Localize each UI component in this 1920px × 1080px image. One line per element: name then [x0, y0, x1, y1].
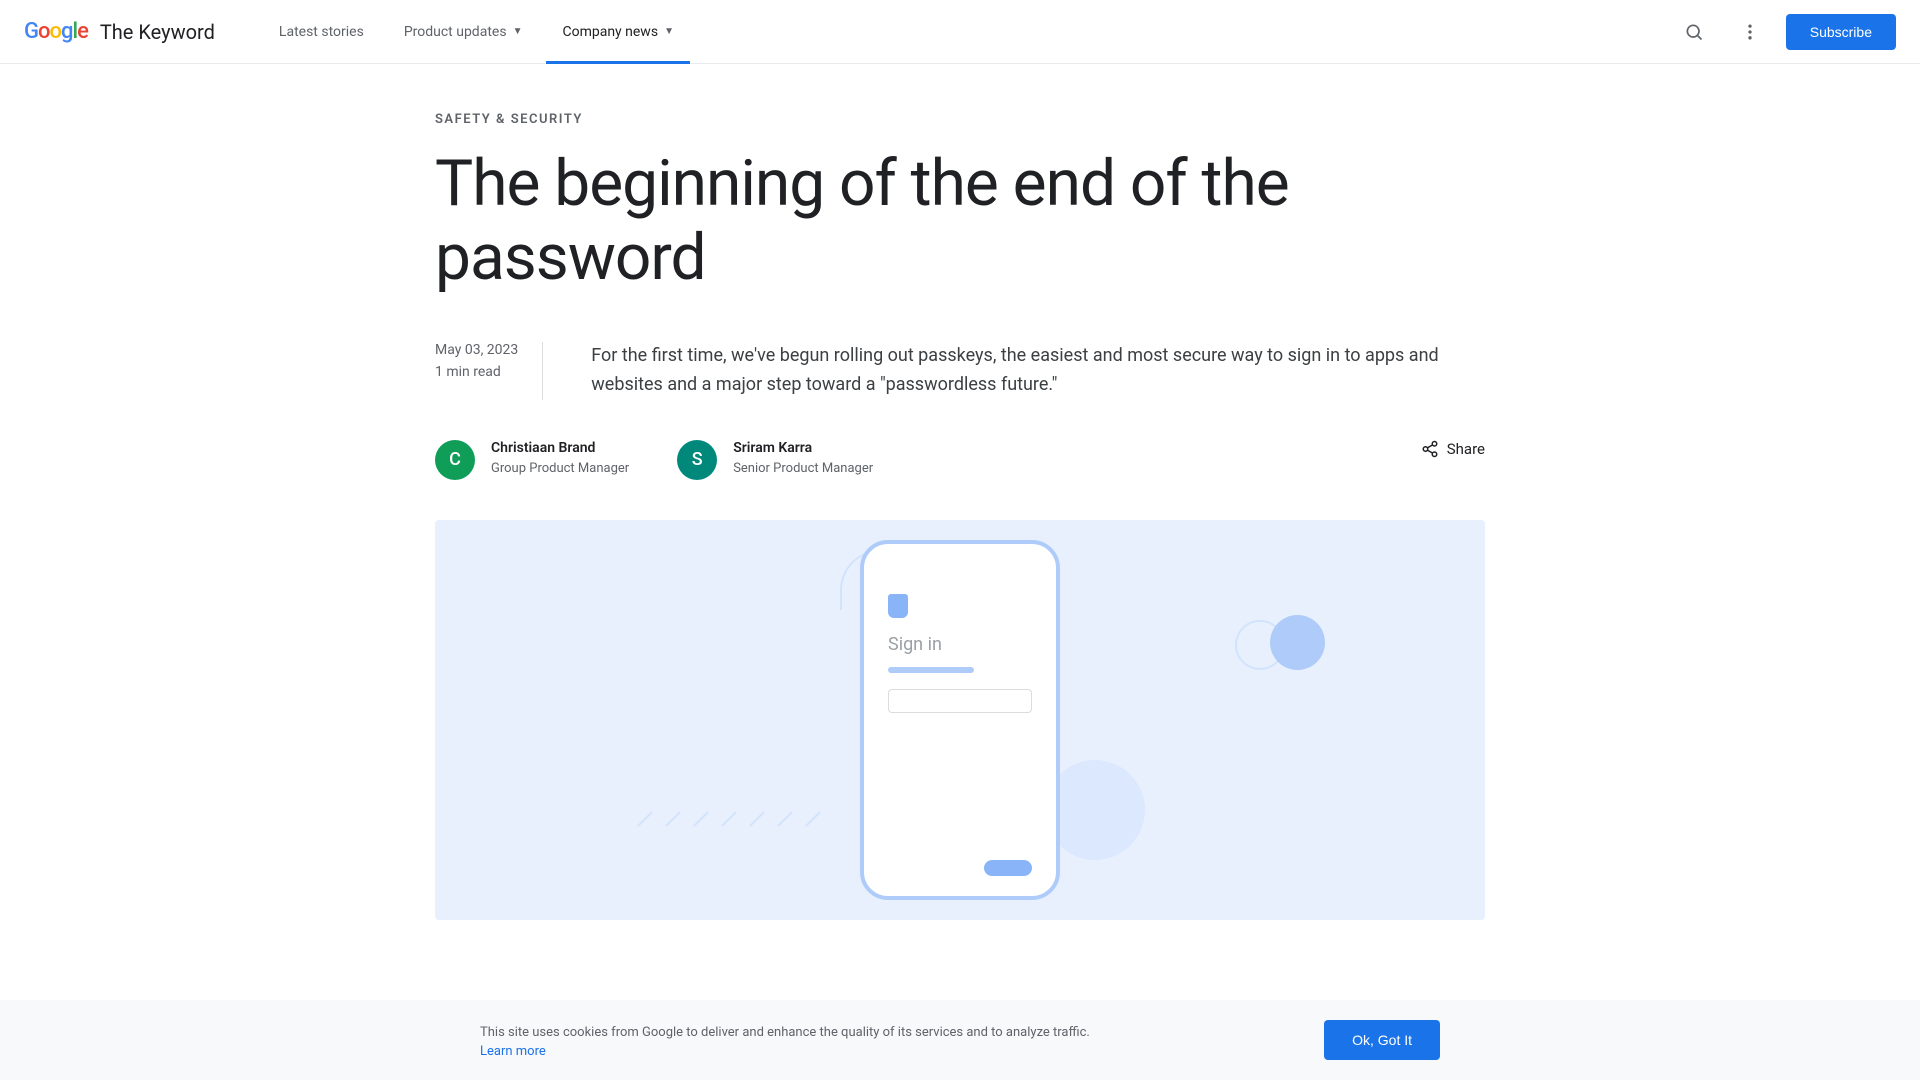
author-name: Christiaan Brand [491, 440, 629, 456]
subscribe-button[interactable]: Subscribe [1786, 14, 1896, 50]
nav-latest-stories[interactable]: Latest stories [263, 0, 380, 64]
cookie-text-block: This site uses cookies from Google to de… [480, 1021, 1090, 1059]
more-button[interactable] [1730, 12, 1770, 52]
hero-image: Sign in [435, 520, 1485, 920]
main-nav: Latest stories Product updates ▼ Company… [263, 0, 690, 64]
date-block: May 03, 2023 1 min read [435, 342, 543, 400]
cookie-content: This site uses cookies from Google to de… [160, 1020, 1760, 1060]
avatar: S [677, 440, 717, 480]
article-meta: May 03, 2023 1 min read For the first ti… [435, 342, 1485, 400]
author-info: Christiaan Brand Group Product Manager [491, 440, 629, 478]
search-button[interactable] [1674, 12, 1714, 52]
header-actions: Subscribe [1674, 12, 1896, 52]
decoration-lines [635, 818, 823, 820]
cookie-learn-more-link[interactable]: Learn more [480, 1044, 1090, 1059]
site-name: The Keyword [100, 20, 215, 44]
authors-row: C Christiaan Brand Group Product Manager… [435, 440, 1485, 480]
avatar: C [435, 440, 475, 480]
share-button[interactable]: Share [1421, 440, 1485, 458]
decoration-bar [888, 667, 974, 673]
nav-company-news[interactable]: Company news ▼ [546, 0, 690, 64]
signin-text: Sign in [888, 634, 1032, 655]
shield-icon [888, 594, 908, 618]
article-title: The beginning of the end of the password [435, 147, 1485, 294]
decoration-circle [1270, 615, 1325, 670]
phone-illustration: Sign in [860, 540, 1060, 900]
cookie-accept-button[interactable]: Ok, Got It [1324, 1020, 1440, 1060]
cookie-text: This site uses cookies from Google to de… [480, 1025, 1090, 1040]
publish-date: May 03, 2023 [435, 342, 518, 358]
chevron-down-icon: ▼ [513, 26, 523, 37]
author-name: Sriram Karra [733, 440, 873, 456]
article-content: SAFETY & SECURITY The beginning of the e… [435, 64, 1485, 920]
nav-product-updates[interactable]: Product updates ▼ [388, 0, 539, 64]
author: S Sriram Karra Senior Product Manager [677, 440, 873, 480]
nav-label: Latest stories [279, 24, 364, 40]
share-icon [1421, 440, 1439, 458]
google-logo: Google [24, 19, 88, 44]
read-time: 1 min read [435, 364, 518, 380]
chevron-down-icon: ▼ [664, 26, 674, 37]
article-category[interactable]: SAFETY & SECURITY [435, 112, 1485, 127]
author-role: Group Product Manager [491, 460, 629, 478]
decoration-blob [1045, 760, 1145, 860]
article-summary: For the first time, we've begun rolling … [591, 342, 1485, 400]
nav-label: Company news [562, 24, 658, 40]
author-info: Sriram Karra Senior Product Manager [733, 440, 873, 478]
decoration-button [984, 860, 1032, 876]
share-label: Share [1447, 440, 1485, 458]
authors-list: C Christiaan Brand Group Product Manager… [435, 440, 873, 480]
cookie-banner: This site uses cookies from Google to de… [0, 1000, 1920, 1080]
author: C Christiaan Brand Group Product Manager [435, 440, 629, 480]
author-role: Senior Product Manager [733, 460, 873, 478]
search-icon [1684, 22, 1704, 42]
more-vert-icon [1740, 22, 1760, 42]
site-header: Google The Keyword Latest stories Produc… [0, 0, 1920, 64]
logo-group[interactable]: Google The Keyword [24, 19, 215, 44]
decoration-input [888, 689, 1032, 713]
nav-label: Product updates [404, 24, 507, 40]
